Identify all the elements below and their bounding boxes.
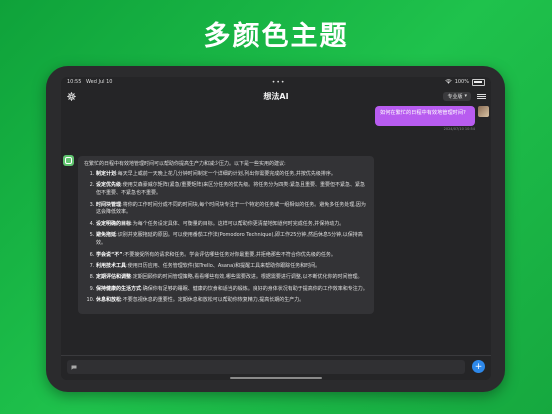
answer-list-item: 保持健康的生活方式:确保你有足够的睡眠、健康的饮食和适当的锻炼。良好的身体状况有… (96, 286, 368, 294)
multitasking-dots-icon[interactable]: ••• (272, 79, 286, 86)
ipad-frame: 10:55 Wed Jul 10 ••• 100% 想法AI 专业版 ▾ 如何在… (46, 66, 505, 392)
home-indicator (230, 377, 322, 379)
app-screen: 10:55 Wed Jul 10 ••• 100% 想法AI 专业版 ▾ 如何在… (61, 77, 491, 380)
user-message-row: 如何在繁忙的日程中有效地管理时间? 2024/07/10 10:54 (61, 105, 491, 135)
user-message-bubble[interactable]: 如何在繁忙的日程中有效地管理时间? (375, 106, 475, 126)
answer-list-item: 设定明确的目标:为每个任务设定具体、可衡量的目标。这样可以帮助你更清楚地知道何时… (96, 221, 368, 229)
composer-bar: + (61, 355, 491, 380)
mode-select-label: 专业版 (447, 93, 463, 100)
chat-bubble-icon (71, 365, 77, 370)
answer-list-item: 利用技术工具:使用日历应用、任务管理软件(如Trello、Asana)和提醒工具… (96, 263, 368, 271)
gear-icon[interactable] (66, 91, 76, 101)
answer-item-body: :将你的工作时间分成不同的时间块,每个时间块专注于一个特定的任务或一组相似的任务… (96, 201, 366, 216)
answer-item-body: :不要忽视休息的重要性。定期休息和放松可以帮助你恢复精力,提高长期的生产力。 (121, 297, 305, 304)
answer-list-item: 制定计划:每天早上或前一天晚上花几分钟时间制定一个详细的计划,列出你需要完成的任… (96, 171, 368, 179)
answer-intro: 在繁忙的日程中有效地管理时间可以帮助你提高生产力和减少压力。以下是一些实用的建议… (84, 161, 286, 167)
answer-list-item: 时间块管理:将你的工作时间分成不同的时间块,每个时间块专注于一个特定的任务或一组… (96, 202, 368, 218)
answer-item-body: :确保你有足够的睡眠、健康的饮食和适当的锻炼。良好的身体状况有助于提高你的工作效… (141, 285, 368, 292)
page-title: 想法AI (263, 91, 289, 101)
answer-item-title: 时间块管理 (96, 201, 122, 208)
mode-select[interactable]: 专业版 ▾ (443, 91, 471, 101)
answer-item-title: 学会说“不” (96, 251, 123, 258)
promo-headline: 多颜色主题 (203, 21, 349, 52)
answer-item-title: 定期评估和调整 (96, 274, 132, 281)
status-bar: 10:55 Wed Jul 10 ••• 100% (61, 77, 491, 87)
answer-item-body: :识别并克服拖延的原因。可以使用番茄工作法(Pomodoro Technique… (96, 232, 363, 247)
nav-right-group: 专业版 ▾ (443, 91, 486, 101)
answer-list-item: 定期评估和调整:定期回顾你的时间管理策略,看看哪些有效,哪些需要改进。根据需要进… (96, 274, 368, 282)
answer-list-item: 学会说“不”:不要接受所有的请求和任务。学会评估哪些任务对你最重要,并拒绝那些不… (96, 252, 368, 260)
menu-icon[interactable] (477, 93, 486, 99)
answer-list-item: 避免拖延:识别并克服拖延的原因。可以使用番茄工作法(Pomodoro Techn… (96, 232, 368, 248)
answer-item-body: :使用日历应用、任务管理软件(如Trello、Asana)和提醒工具来帮助你跟踪… (126, 262, 321, 269)
message-input[interactable] (67, 360, 465, 374)
chevron-down-icon: ▾ (464, 93, 467, 99)
battery-percent: 100% (454, 79, 469, 85)
answer-item-body: :使用艾森豪威尔矩阵(紧急/重要矩阵)来区分任务的优先级。将任务分为四类:紧急且… (96, 182, 365, 197)
answer-item-body: :定期回顾你的时间管理策略,看看哪些有效,哪些需要改进。根据需要进行调整,以不断… (131, 274, 363, 281)
answer-item-title: 制定计划 (96, 170, 117, 177)
answer-item-title: 休息和放松 (96, 297, 122, 304)
bot-avatar-icon (63, 155, 74, 166)
status-left: 10:55 Wed Jul 10 (67, 79, 113, 85)
answer-item-title: 设定明确的目标 (96, 220, 132, 227)
status-time: 10:55 (67, 79, 82, 85)
wifi-icon (444, 78, 452, 86)
answer-item-body: :不要接受所有的请求和任务。学会评估哪些任务对你最重要,并拒绝那些不符合你优先级… (122, 251, 336, 258)
send-button[interactable]: + (472, 360, 485, 373)
answer-item-title: 设定优先级 (96, 182, 122, 189)
answer-list-item: 设定优先级:使用艾森豪威尔矩阵(紧急/重要矩阵)来区分任务的优先级。将任务分为四… (96, 182, 368, 198)
answer-item-title: 利用技术工具 (96, 262, 127, 269)
answer-item-body: :为每个任务设定具体、可衡量的目标。这样可以帮助你更清楚地知道何时完成任务,并保… (131, 220, 345, 227)
user-avatar (478, 106, 489, 117)
status-date: Wed Jul 10 (86, 79, 113, 85)
send-icon: + (474, 361, 483, 372)
answer-item-title: 保持健康的生活方式 (96, 285, 142, 292)
answer-item-title: 避免拖延 (96, 232, 117, 239)
status-right: 100% (444, 78, 485, 86)
assistant-answer-bubble[interactable]: 在繁忙的日程中有效地管理时间可以帮助你提高生产力和减少压力。以下是一些实用的建议… (78, 156, 374, 315)
answer-list-item: 休息和放松:不要忽视休息的重要性。定期休息和放松可以帮助你恢复精力,提高长期的生… (96, 297, 368, 305)
nav-bar: 想法AI 专业版 ▾ (61, 87, 491, 105)
answer-list: 制定计划:每天早上或前一天晚上花几分钟时间制定一个详细的计划,列出你需要完成的任… (84, 171, 368, 305)
user-message-timestamp: 2024/07/10 10:54 (443, 127, 475, 131)
answer-item-body: :每天早上或前一天晚上花几分钟时间制定一个详细的计划,列出你需要完成的任务,并按… (116, 170, 336, 177)
battery-icon (471, 78, 485, 86)
